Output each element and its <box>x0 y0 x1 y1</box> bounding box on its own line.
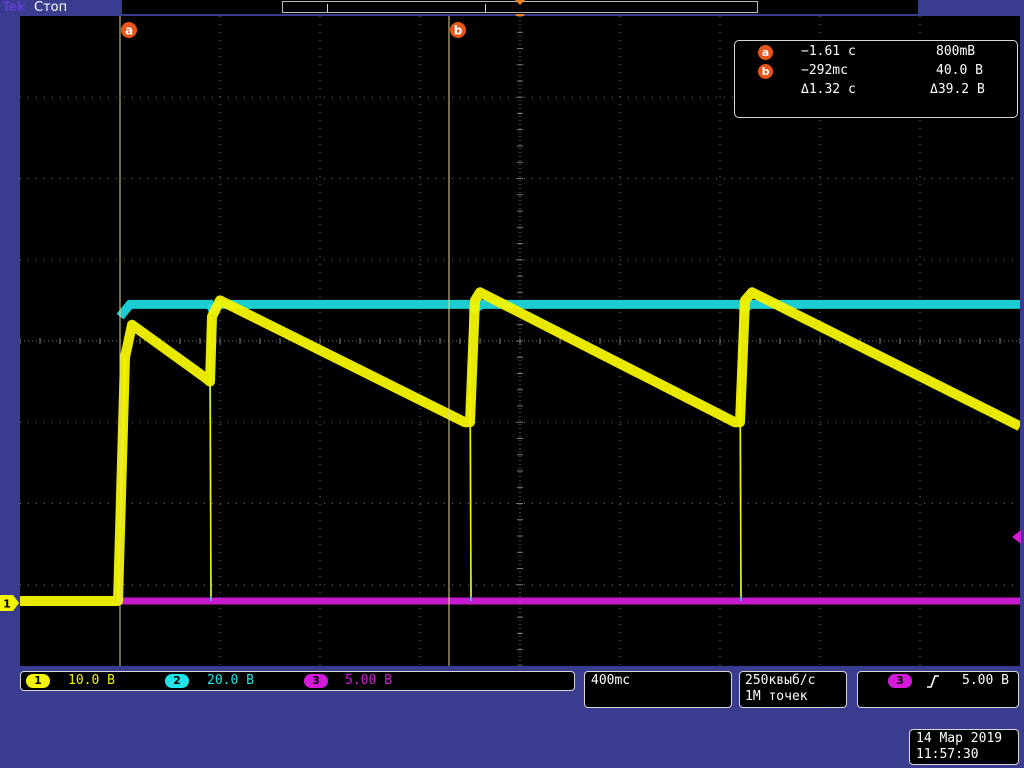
ch1-scale[interactable]: 10.0 B <box>68 673 115 688</box>
trigger-level-marker-icon[interactable] <box>1010 530 1022 544</box>
trigger-position-top-icon <box>515 0 525 5</box>
ch1-ground-marker-icon[interactable]: 1 <box>0 594 20 612</box>
acquisition-panel[interactable]: 250квыб/с 1M точек <box>739 671 847 708</box>
horizontal-settings-panel[interactable]: 400mс <box>584 671 732 708</box>
ch3-badge[interactable]: 3 <box>304 674 328 688</box>
vertical-settings-panel[interactable]: 1 10.0 B 2 20.0 B 3 5.00 B <box>20 671 575 691</box>
cursor-a-value: 800mB <box>936 44 976 59</box>
trigger-panel[interactable]: 3 5.00 B <box>857 671 1019 708</box>
date: 14 Мар 2019 <box>916 731 1003 746</box>
cursor-b-badge: b <box>758 64 773 79</box>
channel-1-dip <box>209 381 212 597</box>
sample-rate: 250квыб/с <box>745 673 816 688</box>
cursor-b-time: −292mс <box>801 63 848 78</box>
datetime-panel: 14 Мар 2019 11:57:30 <box>909 729 1019 765</box>
channel-1-dip <box>469 381 472 597</box>
ch3-scale[interactable]: 5.00 B <box>345 673 392 688</box>
rising-edge-icon <box>927 675 939 688</box>
ch1-ground-label: 1 <box>3 598 11 611</box>
cursor-b-value: 40.0 B <box>936 63 983 78</box>
cursor-delta-value: Δ39.2 B <box>930 82 985 97</box>
trigger-level: 5.00 B <box>962 673 1009 688</box>
channel-1-dip <box>739 381 742 597</box>
time: 11:57:30 <box>916 747 979 762</box>
cursor-a-marker-label: a <box>125 24 133 38</box>
ch2-scale[interactable]: 20.0 B <box>207 673 254 688</box>
ch2-badge[interactable]: 2 <box>165 674 189 688</box>
ch1-badge[interactable]: 1 <box>26 674 50 688</box>
horizontal-scale: 400mс <box>591 673 631 688</box>
cursor-readout: a −1.61 с 800mB b −292mс 40.0 B Δ1.32 с … <box>734 40 1018 118</box>
cursor-a-time: −1.61 с <box>801 44 856 59</box>
cursor-b-marker-label: b <box>454 24 463 38</box>
cursor-a-badge: a <box>758 45 773 60</box>
acquisition-state: Стоп <box>34 0 68 15</box>
cursor-delta-time: Δ1.32 с <box>801 82 856 97</box>
record-length: 1M точек <box>745 689 808 704</box>
trigger-source-badge: 3 <box>888 674 912 688</box>
tek-logo: Tek <box>2 0 26 15</box>
